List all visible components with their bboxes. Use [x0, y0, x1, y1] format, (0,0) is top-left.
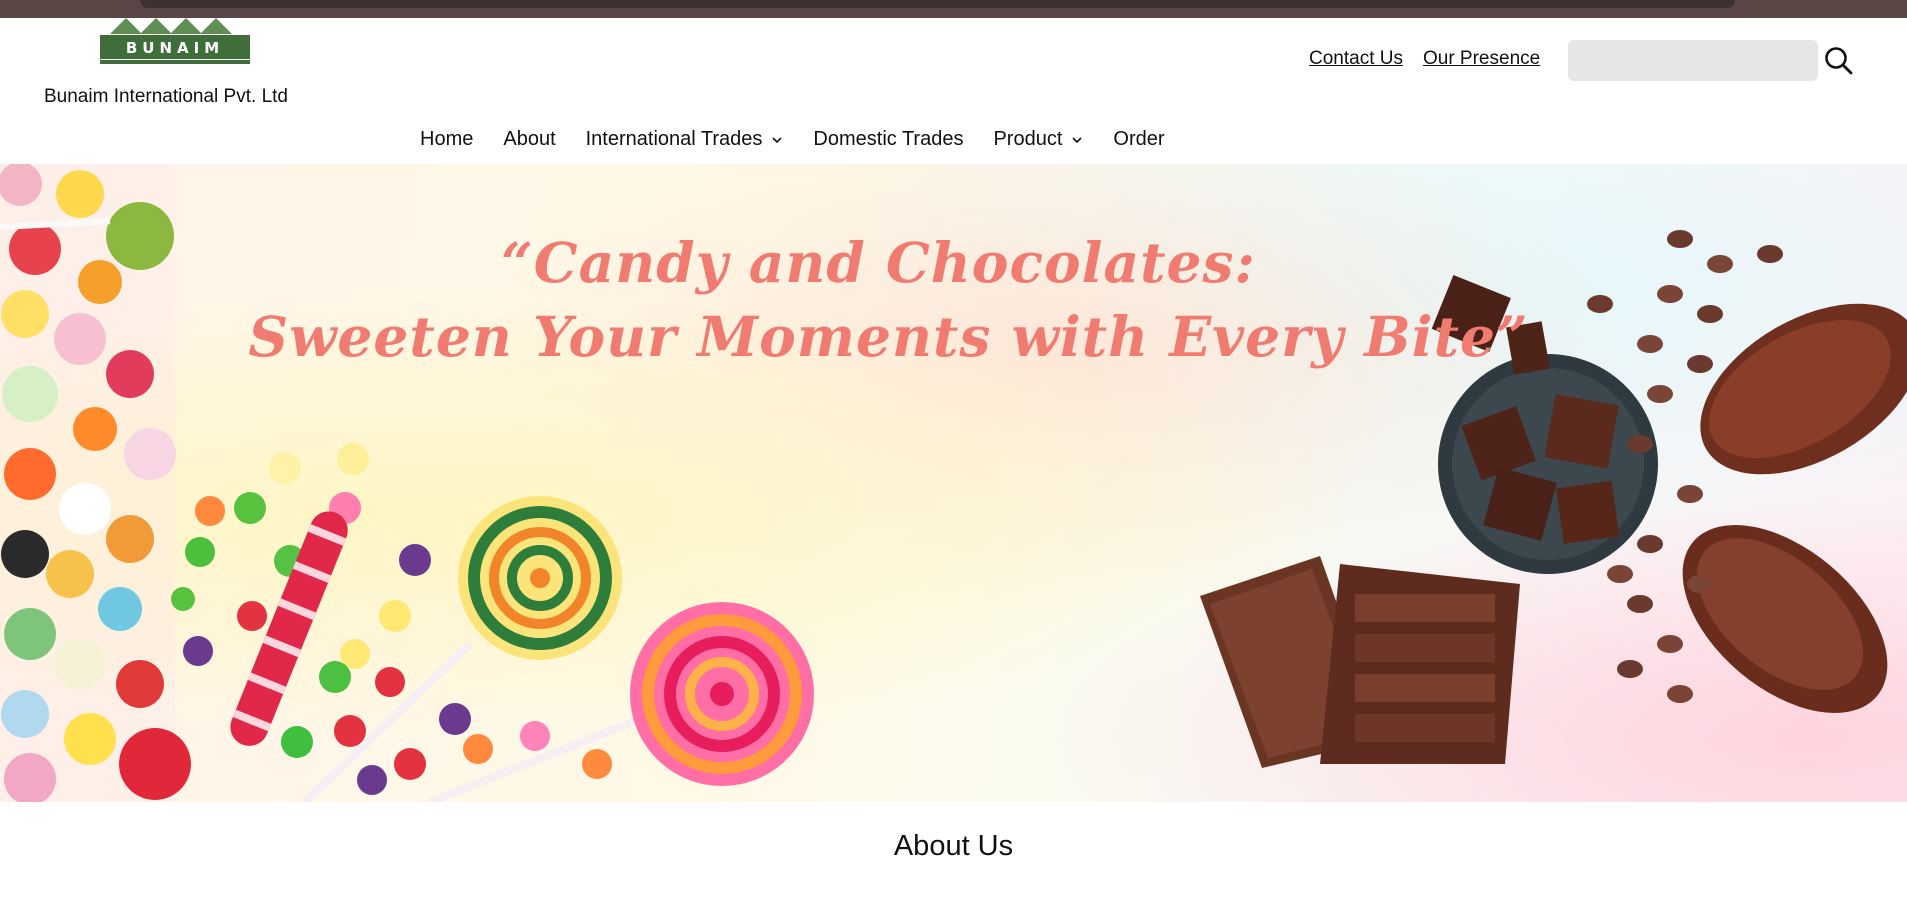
chevron-down-icon	[772, 136, 782, 143]
logo-graphic: BUNAIM	[100, 18, 250, 64]
top-links: Contact Us Our Presence	[1309, 48, 1540, 70]
nav-product-label: Product	[993, 128, 1063, 150]
hero-banner: “Candy and Chocolates: Sweeten Your Mome…	[0, 164, 1907, 802]
nav-about[interactable]: About	[503, 128, 555, 151]
our-presence-link[interactable]: Our Presence	[1423, 48, 1540, 70]
nav-order-label: Order	[1113, 128, 1165, 150]
nav-international-trades[interactable]: International Trades	[586, 128, 784, 151]
nav-home[interactable]: Home	[420, 128, 473, 151]
logo-text: BUNAIM	[126, 39, 224, 57]
nav-domestic-label: Domestic Trades	[813, 128, 964, 150]
browser-top-strip	[0, 0, 1907, 18]
about-us-heading: About Us	[893, 830, 1014, 862]
site-header: BUNAIM Bunaim International Pvt. Ltd Con…	[0, 18, 1907, 164]
nav-about-label: About	[503, 128, 556, 150]
browser-tab-edge	[140, 0, 1735, 8]
chevron-down-icon	[1072, 136, 1082, 143]
company-name: Bunaim International Pvt. Ltd	[44, 86, 288, 107]
main-nav: Home About International Trades Domestic…	[420, 128, 1195, 151]
search-input[interactable]	[1568, 40, 1818, 81]
chocolate-bars	[1200, 556, 1520, 768]
nav-international-label: International Trades	[585, 128, 763, 150]
nav-domestic-trades[interactable]: Domestic Trades	[813, 128, 963, 151]
bunaim-logo[interactable]: BUNAIM	[100, 18, 250, 66]
nav-product[interactable]: Product	[993, 128, 1083, 151]
nav-order[interactable]: Order	[1113, 128, 1164, 151]
search-icon	[1825, 47, 1853, 75]
hero-headline-line2: Sweeten Your Moments with Every Bite”	[248, 304, 1529, 369]
contact-us-link[interactable]: Contact Us	[1309, 48, 1403, 70]
search-button[interactable]	[1823, 45, 1855, 77]
hero-headline-line1: “Candy and Chocolates:	[501, 230, 1256, 295]
nav-home-label: Home	[420, 128, 474, 150]
